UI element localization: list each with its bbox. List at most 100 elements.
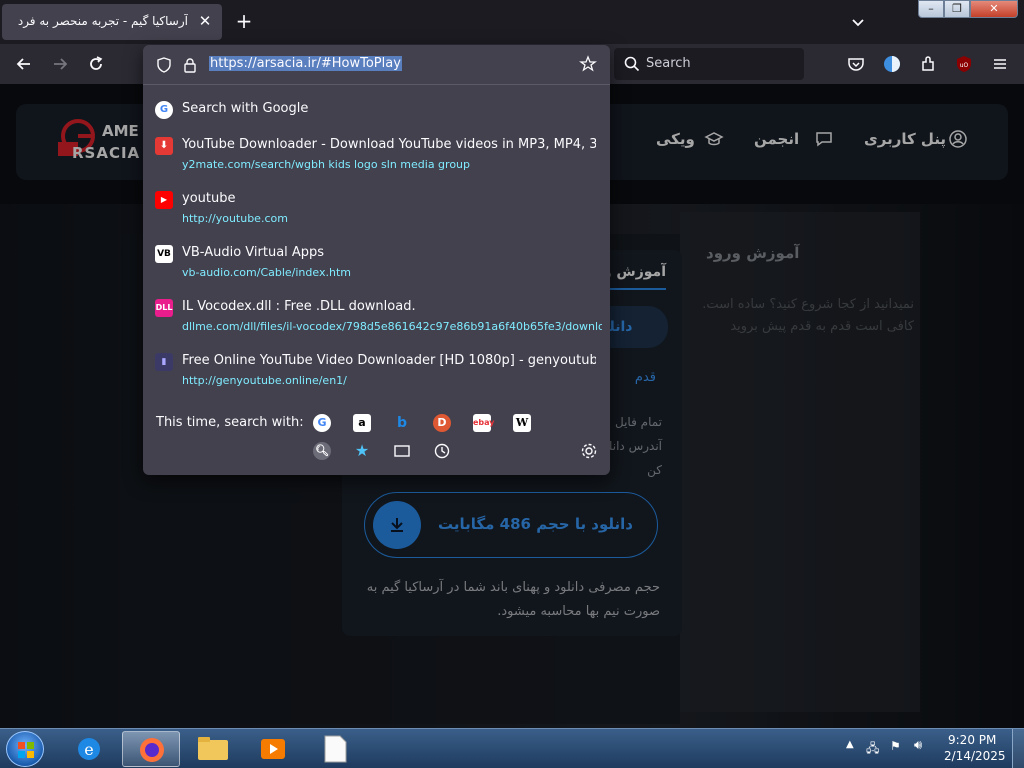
close-window-button[interactable]: ✕ [970,0,1018,18]
minimize-button[interactable]: – [918,0,944,18]
url-bar[interactable]: https://arsacia.ir/#HowToPlay [143,45,610,85]
hamburger-menu-icon[interactable] [990,54,1010,74]
duckduckgo-engine-icon[interactable]: D [433,414,451,432]
google-engine-icon[interactable]: G [313,414,331,432]
suggestion-title: Free Online YouTube Video Downloader [HD… [182,353,596,368]
extensions-icon[interactable] [918,54,938,74]
back-arrow-icon[interactable] [14,54,34,74]
amazon-engine-icon[interactable]: a [353,414,371,432]
reload-icon[interactable] [86,54,106,74]
nav-user-panel[interactable]: پنل کاربری [864,130,946,148]
ublock-icon[interactable]: uO [954,54,974,74]
user-icon [948,129,968,149]
suggestion-title: Search with Google [182,101,309,116]
browser-titlebar: آرساکیا گیم - تجربه منحصر به فرد ✕ + – ❐… [0,0,1024,44]
download-button-label: دانلود با حجم 486 مگابایت [438,515,633,533]
hero-background-panel [680,212,920,712]
svg-text:uO: uO [960,62,969,69]
url-text[interactable]: https://arsacia.ir/#HowToPlay [209,56,402,71]
nav-forum[interactable]: انجمن [754,130,799,148]
suggestion-url: vb-audio.com/Cable/index.htm [182,266,351,279]
bing-engine-icon[interactable]: b [393,414,411,432]
chat-icon [814,129,834,149]
taskbar-explorer[interactable] [184,731,242,767]
genyoutube-icon: ▮ [155,353,173,371]
search-bar[interactable]: Search [614,48,804,80]
download-note: حجم مصرفی دانلود و پهنای باند شما در آرس… [366,580,660,619]
clock-time[interactable]: 9:20 PM [948,733,996,747]
suggestion-url: http://genyoutube.online/en1/ [182,374,347,387]
suggestion-genyoutube[interactable]: ▮ Free Online YouTube Video Downloader [… [143,347,610,401]
tabs-icon[interactable] [393,442,411,460]
vb-audio-icon: VB [155,245,173,263]
urlbar-dropdown: https://arsacia.ir/#HowToPlay G Search w… [143,45,610,475]
bookmarks-star-icon[interactable]: ★ [353,442,371,460]
clock-date[interactable]: 2/14/2025 [944,749,1006,763]
forward-arrow-icon[interactable] [50,54,70,74]
show-desktop-button[interactable] [1012,729,1024,768]
search-with-label: This time, search with: [156,415,304,430]
taskbar-firefox[interactable] [122,731,180,767]
tab-close-icon[interactable]: ✕ [196,12,214,30]
search-placeholder: Search [646,56,691,71]
nav-wiki[interactable]: ویکی [656,130,695,148]
windows-taskbar: e ▲ 🖧︎ ⚑ 🔊︎ 9:20 PM 2/14/2025 [0,728,1024,768]
site-logo[interactable]: AME RSACIA [56,114,156,170]
tab-title: آرساکیا گیم - تجربه منحصر به فرد [17,14,188,28]
new-tab-button[interactable]: + [234,10,254,32]
download-icon [373,501,421,549]
suggestion-url: dllme.com/dll/files/il-vocodex/798d5e861… [182,320,602,333]
star-bookmark-icon[interactable] [579,55,597,73]
settings-gear-icon[interactable] [580,442,598,460]
step-label: قدم [634,370,656,385]
logo-text-top: AME [102,122,139,140]
taskbar-media-player[interactable] [244,731,302,767]
start-button[interactable] [6,731,44,767]
google-icon: G [155,101,173,119]
lock-icon[interactable] [181,56,199,74]
shield-icon[interactable] [155,56,173,74]
svg-text:e: e [84,740,93,759]
history-clock-icon[interactable] [433,442,451,460]
dll-icon: DLL [155,299,173,317]
volume-icon[interactable]: 🔊︎ [914,738,922,753]
youtube-icon: ▶ [155,191,173,209]
browser-tab[interactable]: آرساکیا گیم - تجربه منحصر به فرد ✕ [2,4,222,40]
hero-description: نمیدانید از کجا شروع کنید؟ ساده است. کاف… [702,297,914,334]
window-controls: – ❐ ✕ [918,0,1022,20]
media-player-icon [261,739,285,759]
internet-explorer-icon: e [78,738,100,760]
suggestion-vb-audio[interactable]: VB VB-Audio Virtual Apps vb-audio.com/Ca… [143,239,610,293]
search-engine-icon[interactable]: 🔍︎ [313,442,331,460]
suggestion-youtube[interactable]: ▶ youtube http://youtube.com [143,185,610,239]
pocket-icon[interactable] [846,54,866,74]
wikipedia-engine-icon[interactable]: W [513,414,531,432]
suggestion-title: YouTube Downloader - Download YouTube vi… [182,137,596,152]
graduation-cap-icon [704,129,724,149]
suggestion-url: http://youtube.com [182,212,288,225]
folder-icon [198,737,228,760]
logo-text-bottom: RSACIA [72,144,141,162]
suggestion-title: IL Vocodex.dll : Free .DLL download. [182,299,416,314]
search-icon [624,56,640,72]
hero-title: آموزش ورود [706,244,800,262]
suggestion-y2mate[interactable]: ⬇ YouTube Downloader - Download YouTube … [143,131,610,185]
account-icon[interactable] [882,54,902,74]
maximize-button[interactable]: ❐ [944,0,970,18]
action-center-flag-icon[interactable]: ⚑ [890,739,901,753]
ebay-engine-icon[interactable]: ebay [473,414,495,432]
taskbar-notepad[interactable] [306,731,364,767]
firefox-icon [140,738,164,762]
suggestion-title: VB-Audio Virtual Apps [182,245,325,260]
suggestion-title: youtube [182,191,236,206]
show-hidden-icons-icon[interactable]: ▲ [846,739,854,750]
document-icon [324,735,347,763]
download-card-title: آموزش و [602,264,666,280]
suggestion-url: y2mate.com/search/wgbh kids logo sln med… [182,158,471,171]
y2mate-icon: ⬇ [155,137,173,155]
network-icon[interactable]: 🖧︎ [866,739,879,760]
suggestion-dll[interactable]: DLL IL Vocodex.dll : Free .DLL download.… [143,293,610,347]
taskbar-ie[interactable]: e [60,731,118,767]
download-button[interactable]: دانلود با حجم 486 مگابایت [364,492,658,558]
list-all-tabs-icon[interactable] [848,12,868,32]
